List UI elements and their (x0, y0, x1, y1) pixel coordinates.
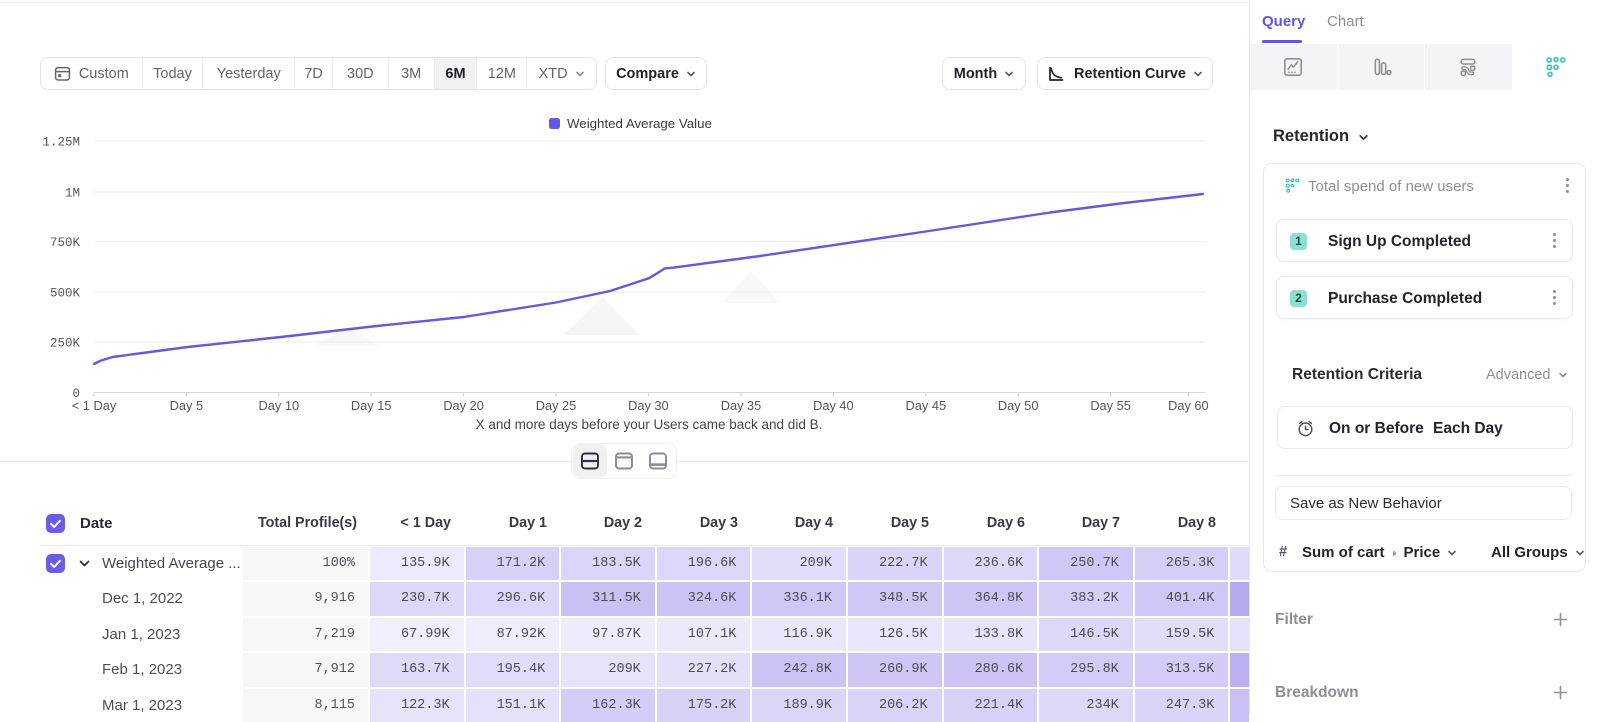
svg-text:Day 50: Day 50 (998, 398, 1039, 413)
svg-text:Day 15: Day 15 (351, 398, 392, 413)
svg-text:Day 10: Day 10 (259, 398, 300, 413)
svg-text:X and more days before your Us: X and more days before your Users came b… (476, 417, 823, 432)
svg-text:Day 45: Day 45 (906, 398, 947, 413)
svg-text:1.25M: 1.25M (42, 135, 80, 149)
svg-text:750K: 750K (50, 236, 81, 250)
svg-text:Day 20: Day 20 (443, 398, 484, 413)
svg-text:1M: 1M (65, 186, 80, 200)
svg-text:Day 40: Day 40 (813, 398, 854, 413)
svg-text:Day 35: Day 35 (721, 398, 762, 413)
svg-text:Day 5: Day 5 (170, 398, 203, 413)
svg-text:500K: 500K (50, 286, 81, 300)
svg-text:Day 60: Day 60 (1168, 398, 1209, 413)
svg-text:Day 55: Day 55 (1090, 398, 1131, 413)
svg-text:< 1 Day: < 1 Day (72, 398, 117, 413)
svg-text:Day 25: Day 25 (536, 398, 577, 413)
svg-text:Day 30: Day 30 (628, 398, 669, 413)
svg-text:250K: 250K (50, 336, 81, 350)
